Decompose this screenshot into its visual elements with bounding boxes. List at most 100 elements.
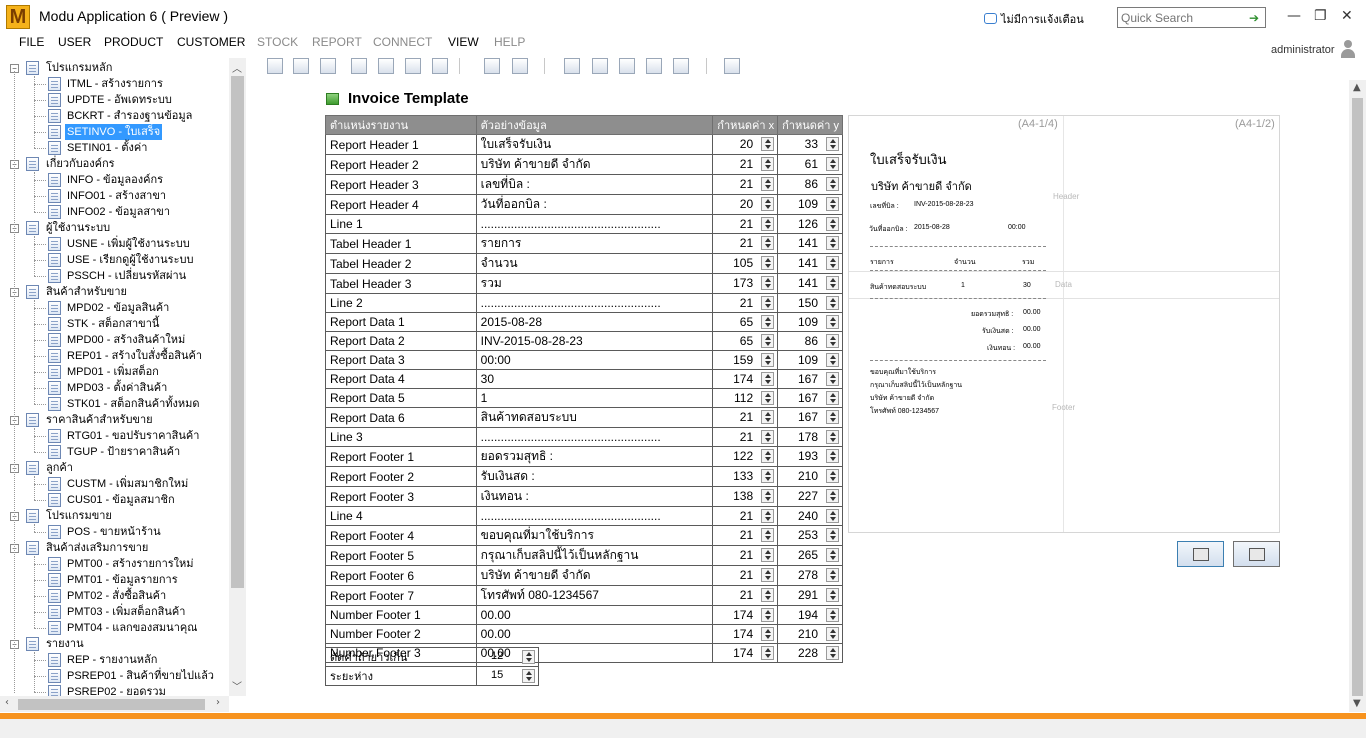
- sample-cell[interactable]: 00.00: [475, 605, 714, 625]
- content-vertical-scrollbar[interactable]: ▲ ▼: [1349, 80, 1366, 712]
- x-cell[interactable]: 133: [712, 466, 779, 487]
- y-value[interactable]: 253: [798, 528, 818, 542]
- y-value[interactable]: 33: [805, 137, 818, 151]
- sample-cell[interactable]: 1: [475, 388, 714, 408]
- lock-icon[interactable]: [724, 58, 740, 74]
- y-cell[interactable]: 240: [777, 506, 843, 526]
- spinner-icon[interactable]: [761, 430, 775, 444]
- x-cell[interactable]: 21: [712, 214, 779, 234]
- x-cell[interactable]: 21: [712, 525, 779, 546]
- spinner-icon[interactable]: [826, 372, 839, 386]
- spinner-icon[interactable]: [761, 646, 775, 660]
- windows-icon[interactable]: [378, 58, 394, 74]
- y-value[interactable]: 109: [798, 315, 818, 329]
- spinner-icon[interactable]: [826, 197, 839, 211]
- spinner-icon[interactable]: [761, 391, 775, 405]
- scroll-up-icon[interactable]: ▲: [1353, 82, 1361, 93]
- y-cell[interactable]: 86: [777, 174, 843, 195]
- spinner-icon[interactable]: [826, 489, 839, 503]
- scroll-thumb[interactable]: [1352, 98, 1363, 696]
- y-cell[interactable]: 227: [777, 486, 843, 507]
- spinner-icon[interactable]: [522, 669, 535, 683]
- spinner-icon[interactable]: [826, 177, 839, 191]
- spinner-icon[interactable]: [761, 334, 775, 348]
- sample-cell[interactable]: ขอบคุณที่มาใช้บริการ: [475, 525, 714, 546]
- y-cell[interactable]: 167: [777, 369, 843, 389]
- scroll-down-icon[interactable]: ﹀: [232, 678, 242, 693]
- x-value[interactable]: 105: [733, 256, 753, 270]
- spinner-icon[interactable]: [826, 588, 839, 602]
- scroll-up-icon[interactable]: ︿: [232, 60, 242, 75]
- x-cell[interactable]: 20: [712, 194, 779, 215]
- spinner-icon[interactable]: [826, 608, 839, 622]
- y-cell[interactable]: 141: [777, 273, 843, 294]
- spinner-icon[interactable]: [826, 236, 839, 250]
- y-value[interactable]: 227: [798, 489, 818, 503]
- sample-cell[interactable]: INV-2015-08-28-23: [475, 331, 714, 351]
- y-cell[interactable]: 228: [777, 643, 843, 663]
- spinner-icon[interactable]: [826, 449, 839, 463]
- x-value[interactable]: 20: [740, 197, 753, 211]
- x-value[interactable]: 174: [733, 646, 753, 660]
- x-value[interactable]: 21: [740, 509, 753, 523]
- y-value[interactable]: 228: [798, 646, 818, 660]
- spinner-icon[interactable]: [826, 137, 839, 151]
- spinner-icon[interactable]: [761, 410, 775, 424]
- spinner-icon[interactable]: [761, 157, 775, 171]
- spinner-icon[interactable]: [826, 217, 839, 231]
- x-value[interactable]: 65: [740, 315, 753, 329]
- window-icon[interactable]: [351, 58, 367, 74]
- x-value[interactable]: 21: [740, 588, 753, 602]
- spinner-icon[interactable]: [826, 528, 839, 542]
- folder-icon[interactable]: [484, 58, 500, 74]
- x-cell[interactable]: 21: [712, 293, 779, 313]
- y-cell[interactable]: 109: [777, 350, 843, 370]
- setting-value[interactable]: 12: [491, 650, 503, 662]
- spinner-icon[interactable]: [826, 296, 839, 310]
- printer-icon[interactable]: [592, 58, 608, 74]
- y-cell[interactable]: 210: [777, 624, 843, 644]
- x-value[interactable]: 21: [740, 568, 753, 582]
- y-value[interactable]: 278: [798, 568, 818, 582]
- sample-cell[interactable]: บริษัท ค้าขายดี จำกัด: [475, 154, 714, 175]
- spinner-icon[interactable]: [826, 568, 839, 582]
- sample-cell[interactable]: รวม: [475, 273, 714, 294]
- y-value[interactable]: 265: [798, 548, 818, 562]
- spinner-icon[interactable]: [761, 353, 775, 367]
- quick-search[interactable]: ➔: [1117, 7, 1266, 28]
- x-cell[interactable]: 21: [712, 174, 779, 195]
- sample-cell[interactable]: ........................................…: [475, 293, 714, 313]
- sample-cell[interactable]: สินค้าทดสอบระบบ: [475, 407, 714, 428]
- y-value[interactable]: 193: [798, 449, 818, 463]
- user-icon[interactable]: [1341, 40, 1355, 58]
- sample-cell[interactable]: เลขที่บิล :: [475, 174, 714, 195]
- y-cell[interactable]: 210: [777, 466, 843, 487]
- shield-icon[interactable]: [646, 58, 662, 74]
- y-value[interactable]: 86: [805, 177, 818, 191]
- list-icon[interactable]: [673, 58, 689, 74]
- y-value[interactable]: 167: [798, 372, 818, 386]
- x-value[interactable]: 21: [740, 157, 753, 171]
- spinner-icon[interactable]: [761, 197, 775, 211]
- sample-cell[interactable]: 30: [475, 369, 714, 389]
- y-value[interactable]: 178: [798, 430, 818, 444]
- spinner-icon[interactable]: [826, 353, 839, 367]
- x-cell[interactable]: 21: [712, 565, 779, 586]
- spinner-icon[interactable]: [826, 548, 839, 562]
- sample-cell[interactable]: วันที่ออกบิล :: [475, 194, 714, 215]
- menu-report[interactable]: REPORT: [312, 35, 362, 49]
- x-value[interactable]: 174: [733, 608, 753, 622]
- spinner-icon[interactable]: [761, 236, 775, 250]
- x-cell[interactable]: 21: [712, 427, 779, 447]
- first-icon[interactable]: [293, 58, 309, 74]
- sample-cell[interactable]: จำนวน: [475, 253, 714, 274]
- y-value[interactable]: 109: [798, 197, 818, 211]
- spinner-icon[interactable]: [761, 276, 775, 290]
- spinner-icon[interactable]: [761, 315, 775, 329]
- sample-cell[interactable]: 00:00: [475, 350, 714, 370]
- x-value[interactable]: 20: [740, 137, 753, 151]
- scroll-right-icon[interactable]: ›: [216, 697, 220, 708]
- x-cell[interactable]: 112: [712, 388, 779, 408]
- spinner-icon[interactable]: [761, 548, 775, 562]
- x-value[interactable]: 174: [733, 372, 753, 386]
